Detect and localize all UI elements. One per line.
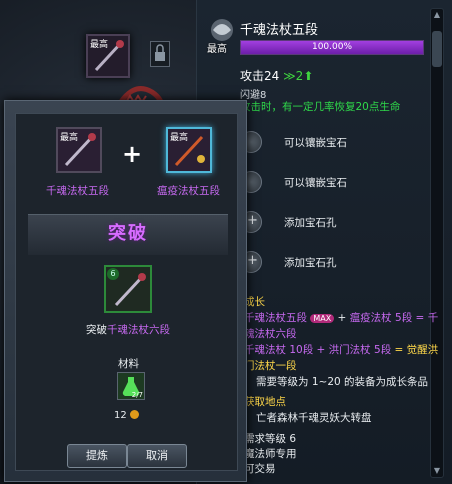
add-socket-row-1[interactable]: + 添加宝石孔 bbox=[240, 211, 430, 233]
up-arrow-icon: ⬆ bbox=[303, 69, 314, 83]
ingredient-1-name: 千魂法杖五段 bbox=[46, 185, 109, 197]
growth-item-c: 千魂法杖 10段 bbox=[244, 344, 314, 356]
rarity-badge-header: 最高 bbox=[207, 44, 227, 55]
socket-label: 可以镶嵌宝石 bbox=[284, 137, 347, 149]
tooltip-scrollbar[interactable]: ▲ ▼ bbox=[430, 8, 444, 478]
growth-line-2: 魂法杖六段 bbox=[244, 328, 297, 340]
growth-item-b: 瘟疫法杖 5段 bbox=[349, 312, 413, 324]
add-socket-label: 添加宝石孔 bbox=[284, 217, 337, 229]
combine-plus: + bbox=[122, 140, 143, 168]
plague-staff-icon bbox=[174, 135, 205, 167]
ingredient-slot-2[interactable]: 最高 bbox=[166, 127, 212, 173]
socket-label: 可以镶嵌宝石 bbox=[284, 177, 347, 189]
staff-icon bbox=[94, 40, 124, 72]
growth-note: 需要等级为 1~20 的装备为成长条品 bbox=[256, 376, 429, 388]
growth-plus: + bbox=[334, 312, 350, 324]
material-slot[interactable]: 2/7 bbox=[117, 372, 145, 400]
add-socket-label: 添加宝石孔 bbox=[284, 257, 337, 269]
attack-label: 攻击24 bbox=[240, 69, 280, 83]
result-slot[interactable]: 6 bbox=[104, 265, 152, 313]
lock-shape-icon bbox=[155, 44, 165, 61]
tradeable-flag: 可交易 bbox=[244, 463, 276, 475]
ingredient-slot-1[interactable]: 最高 bbox=[56, 127, 102, 173]
gold-amount: 12 bbox=[114, 410, 127, 421]
attack-stat: 攻击24 ≫2⬆ bbox=[240, 67, 313, 84]
growth-item-d: + 洪门法杖 5段 bbox=[313, 344, 392, 356]
cancel-button[interactable]: 取消 bbox=[127, 444, 187, 468]
staff-icon bbox=[64, 133, 96, 167]
result-item-name: 千魂法杖六段 bbox=[107, 324, 170, 336]
growth-result-a: = 千 bbox=[412, 312, 439, 324]
source-section-title: 获取地点 bbox=[244, 396, 286, 408]
item-title: 千魂法杖五段 bbox=[240, 23, 319, 38]
growth-line-1: 千魂法杖五段 MAX + 瘟疫法杖 5段 = 千 bbox=[244, 310, 438, 325]
add-socket-row-2[interactable]: + 添加宝石孔 bbox=[240, 251, 430, 273]
result-prefix: 突破 bbox=[86, 324, 107, 336]
material-count: 2/7 bbox=[131, 391, 143, 399]
growth-line-3: 千魂法杖 10段 + 洪门法杖 5段 = 觉醒洪 bbox=[244, 342, 438, 357]
scroll-up-icon[interactable]: ▲ bbox=[432, 10, 442, 20]
socket-row-2[interactable]: 可以镶嵌宝石 bbox=[240, 171, 430, 193]
special-effect: 攻击时，有一定几率恢复20点生命 bbox=[240, 101, 401, 113]
gold-coin-icon bbox=[129, 410, 139, 419]
profession-restriction: 魔法师专用 bbox=[244, 448, 297, 460]
attack-up-arrows-icon: ≫ bbox=[283, 69, 296, 83]
breakthrough-header: 突破 bbox=[28, 214, 228, 255]
equipped-weapon-slot[interactable]: 最高 bbox=[86, 34, 130, 78]
growth-item-a: 千魂法杖五段 bbox=[244, 312, 307, 324]
staff-icon bbox=[114, 273, 146, 307]
breakthrough-title: 突破 bbox=[108, 223, 148, 244]
gold-cost: 12 bbox=[114, 410, 139, 421]
growth-line-4: 门法杖一段 bbox=[244, 360, 297, 372]
scroll-down-icon[interactable]: ▼ bbox=[432, 466, 442, 476]
ingredient-2-name: 瘟疫法杖五段 bbox=[157, 185, 220, 197]
required-level: 需求等级 6 bbox=[244, 433, 297, 445]
growth-section-title: 成长 bbox=[244, 296, 265, 308]
progress-percent: 100.00% bbox=[311, 42, 353, 52]
max-badge: MAX bbox=[310, 314, 335, 323]
material-title: 材料 bbox=[118, 358, 139, 370]
scroll-thumb[interactable] bbox=[432, 31, 442, 67]
growth-result-b: = 觉醒洪 bbox=[391, 344, 439, 356]
source-location: 亡者森林千魂灵妖大转盘 bbox=[256, 412, 372, 424]
result-caption: 突破千魂法杖六段 bbox=[86, 322, 170, 337]
growth-progress-bar: 100.00% bbox=[240, 40, 424, 55]
refine-button[interactable]: 提炼 bbox=[67, 444, 127, 468]
lock-icon[interactable] bbox=[150, 41, 170, 67]
socket-row-1[interactable]: 可以镶嵌宝石 bbox=[240, 131, 430, 153]
